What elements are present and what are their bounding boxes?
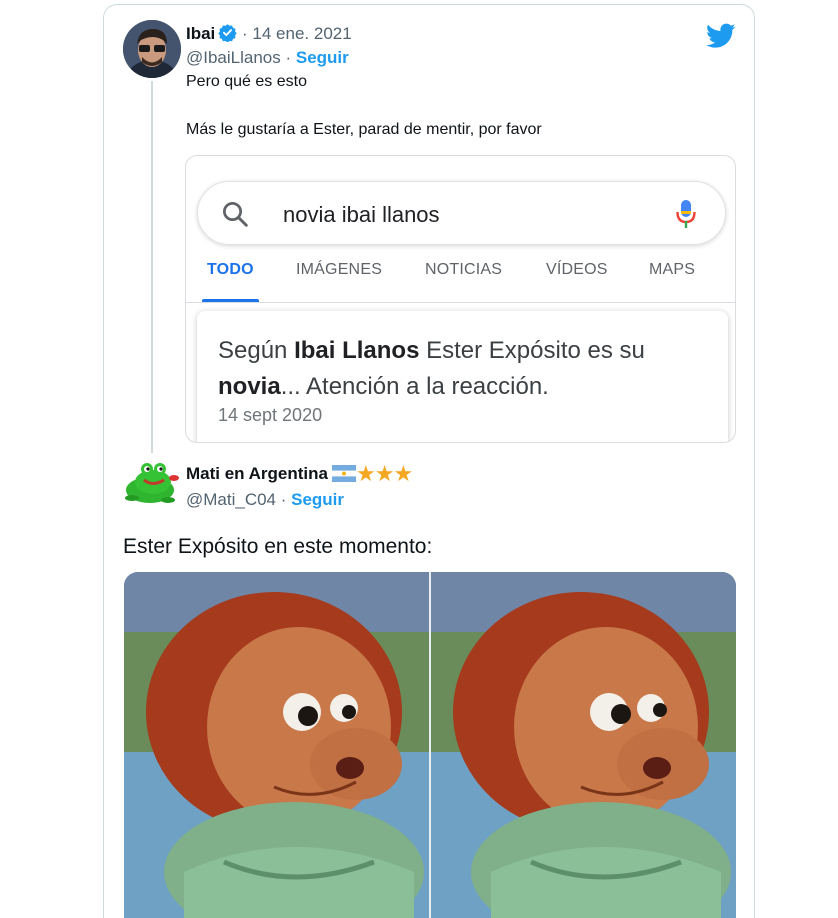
search-query: novia ibai llanos [283,202,440,227]
author-name[interactable]: Ibai [186,24,215,43]
handle-separator: · [276,490,292,509]
google-search-bar: novia ibai llanos [197,181,726,245]
tweet-card: Ibai · 14 ene. 2021 @IbaiLlanos · Seguir… [103,4,755,918]
search-icon [220,199,250,234]
tweet-header: Ibai · 14 ene. 2021 [186,23,352,48]
reply-text: Ester Expósito en este momento: [123,535,433,558]
result-snippet: Según Ibai Llanos Ester Expósito es su no… [218,333,698,405]
tweet-handle-row: @IbaiLlanos · Seguir [186,47,349,69]
reply-handle-row: @Mati_C04 · Seguir [186,489,344,511]
google-screenshot[interactable]: novia ibai llanos TODO IMÁGENES NOTICIAS… [185,155,736,443]
reply-author-name[interactable]: Mati en Argentina [186,464,328,483]
tab-todo: TODO [207,261,254,278]
tweet-date[interactable]: · 14 ene. 2021 [242,24,352,43]
microphone-icon [675,198,697,235]
snippet-text: Según [218,337,295,364]
twitter-bird-icon[interactable] [706,23,736,54]
reply-media-image[interactable] [124,572,736,918]
snippet-text: Ester Expósito es su [419,337,645,364]
snippet-text: ... Atención a la reacción. [280,373,549,400]
tweet-text-line2: Más le gustaría a Ester, parad de mentir… [186,121,542,138]
stars-emoji: ★★★ [356,461,413,486]
argentina-flag-icon [332,465,356,488]
result-date: 14 sept 2020 [218,405,323,425]
monkey-puppet-image-left [124,572,429,918]
tab-maps: MAPS [649,261,696,278]
author-handle[interactable]: @IbaiLlanos [186,48,281,67]
follow-button[interactable]: Seguir [291,490,344,509]
tabs-divider [186,302,735,303]
follow-button[interactable]: Seguir [296,48,349,67]
ibai-avatar[interactable] [123,20,181,78]
google-tabs: TODO IMÁGENES NOTICIAS VÍDEOS MAPS [186,261,735,302]
reply-header: Mati en Argentina ★★★ [186,461,413,488]
monkey-puppet-image-right [431,572,736,918]
tweet-text-line1: Pero qué es esto [186,73,307,90]
tab-videos: VÍDEOS [546,261,608,278]
thread-line [151,81,153,453]
verified-icon [218,23,237,48]
handle-separator: · [280,48,296,67]
tab-imagenes: IMÁGENES [296,261,383,278]
reply-handle[interactable]: @Mati_C04 [186,490,276,509]
snippet-bold: novia [218,373,281,400]
frog-avatar-icon[interactable] [122,460,180,506]
search-result-card: Según Ibai Llanos Ester Expósito es su no… [197,311,728,442]
tab-noticias: NOTICIAS [425,261,503,278]
snippet-bold: Ibai Llanos [294,337,420,364]
